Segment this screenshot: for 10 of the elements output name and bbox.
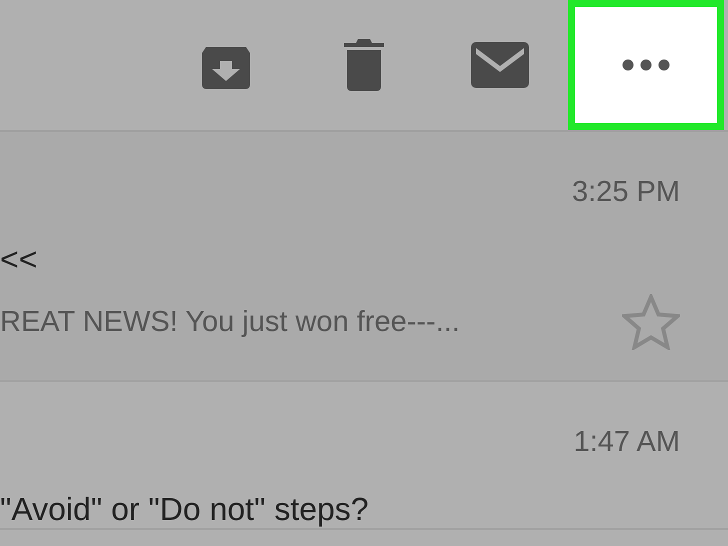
message-subject: "Avoid" or "Do not" steps?: [0, 491, 370, 528]
star-icon[interactable]: [622, 294, 680, 350]
mail-icon: [471, 42, 529, 88]
message-preview: REAT NEWS! You just won free---...: [0, 306, 460, 338]
message-time: 1:47 AM: [574, 426, 680, 459]
trash-icon: [344, 39, 384, 91]
message-subject: <<: [0, 241, 38, 278]
message-row[interactable]: 3:25 PM << REAT NEWS! You just won free---...: [0, 132, 728, 382]
more-icon: [622, 59, 670, 71]
message-time: 3:25 PM: [572, 176, 680, 209]
